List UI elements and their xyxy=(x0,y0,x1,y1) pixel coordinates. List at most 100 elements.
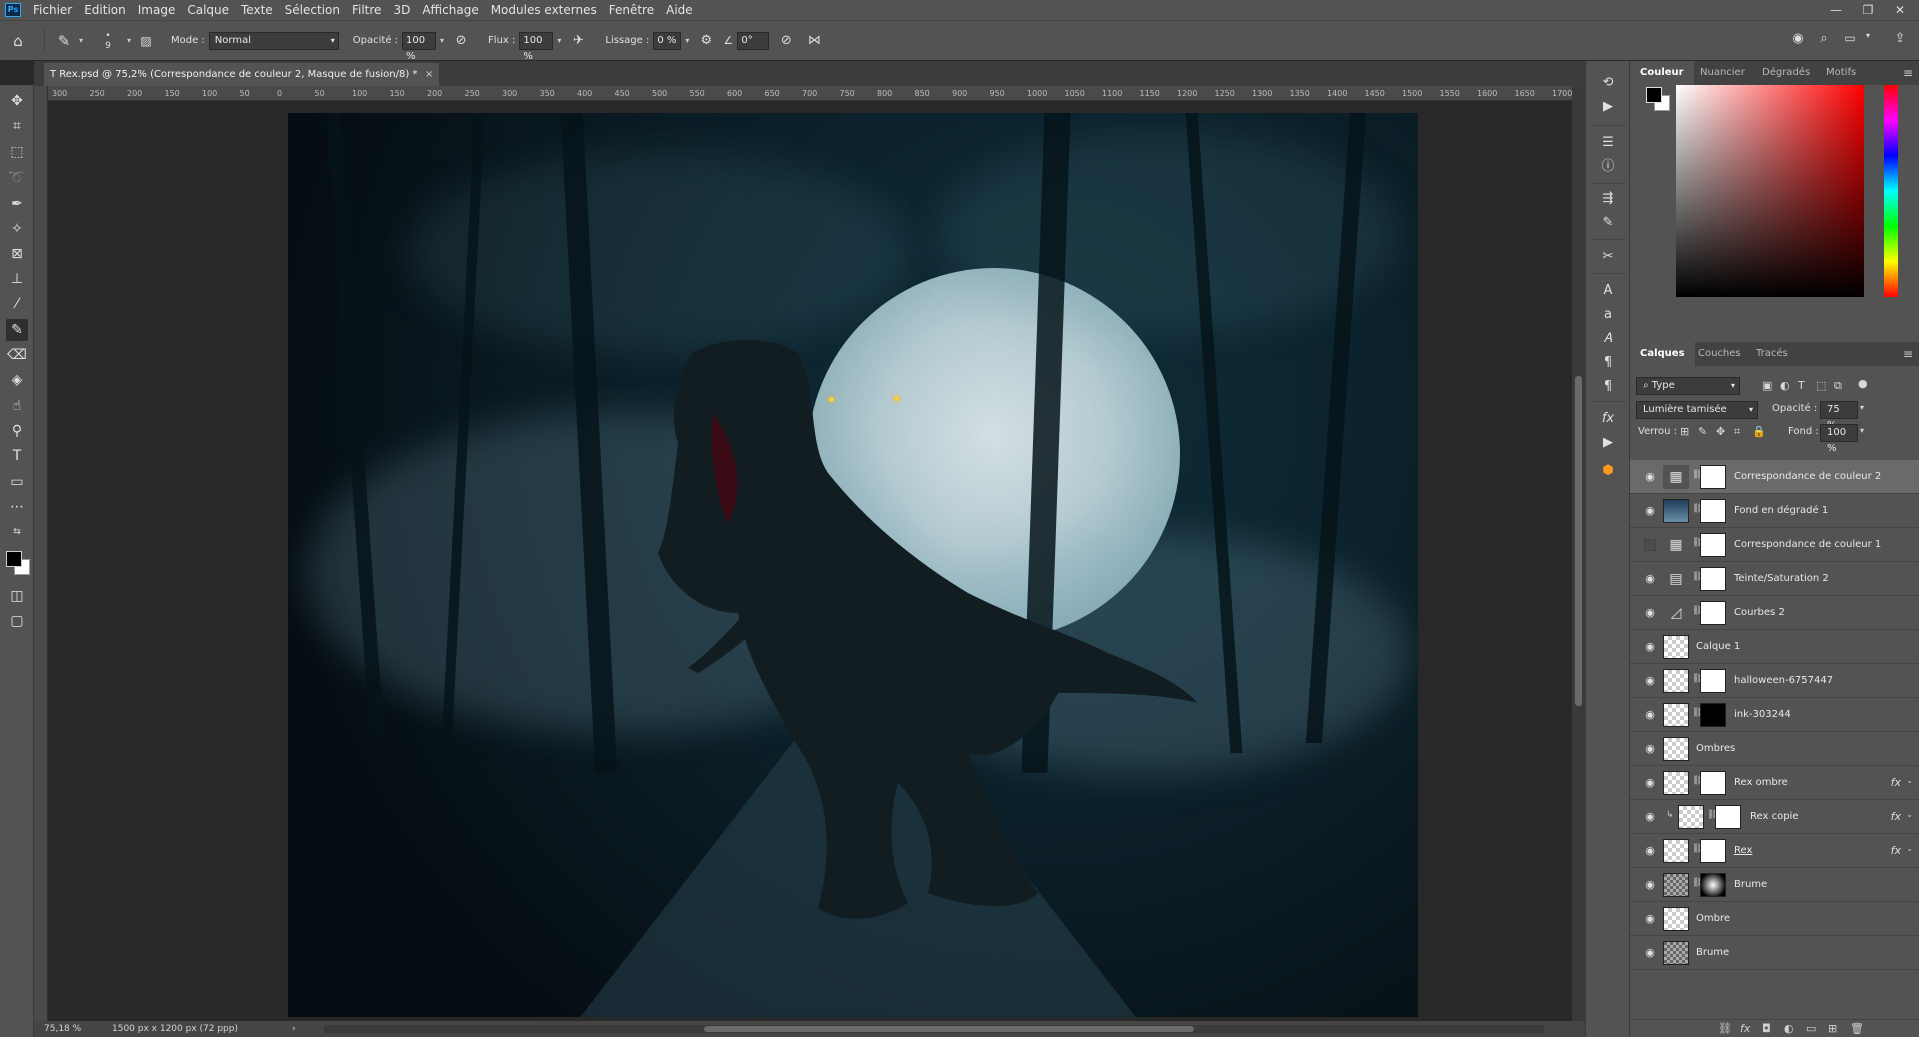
menu-image[interactable]: Image xyxy=(132,0,182,20)
visibility-eye-icon[interactable]: ◉ xyxy=(1643,708,1657,722)
status-menu-arrow[interactable]: › xyxy=(292,1021,296,1037)
scrollbar-thumb[interactable] xyxy=(1575,376,1582,706)
menu-selection[interactable]: Sélection xyxy=(279,0,346,20)
layer-effects-icon[interactable]: fx xyxy=(1891,810,1901,823)
panel-menu-icon[interactable]: ≡ xyxy=(1903,61,1913,85)
layer-row[interactable]: ◉ Calque 1 xyxy=(1630,630,1919,664)
layer-name[interactable]: Rex copie xyxy=(1750,800,1798,834)
layer-name[interactable]: Brume xyxy=(1696,936,1729,970)
info-icon[interactable]: ⓘ xyxy=(1598,157,1618,177)
zoom-tool-icon[interactable]: ⚲ xyxy=(6,420,28,442)
airbrush-icon[interactable]: ✈ xyxy=(565,33,591,48)
layer-name[interactable]: halloween-6757447 xyxy=(1734,664,1833,698)
visibility-eye-icon[interactable]: ◉ xyxy=(1643,742,1657,756)
color-field[interactable] xyxy=(1676,85,1864,297)
layer-mask-thumbnail[interactable] xyxy=(1700,839,1726,863)
tab-couleur[interactable]: Couleur xyxy=(1630,61,1694,85)
menu-calque[interactable]: Calque xyxy=(181,0,235,20)
gear-icon[interactable]: ⚙ xyxy=(693,33,719,48)
adjustments-icon[interactable]: ☰ xyxy=(1598,133,1618,153)
lock-all-icon[interactable]: 🔒 xyxy=(1752,425,1766,438)
filter-smart-object-icon[interactable]: ⧉ xyxy=(1834,379,1842,393)
filter-adjustment-icon[interactable]: ◐ xyxy=(1780,379,1790,392)
filter-pixel-icon[interactable]: ▣ xyxy=(1762,379,1772,392)
share-icon[interactable]: ⇪ xyxy=(1890,31,1910,46)
paragraph-styles-icon[interactable]: ¶ xyxy=(1598,377,1618,397)
menu-affichage[interactable]: Affichage xyxy=(416,0,484,20)
brush-settings-icon[interactable]: ⇶ xyxy=(1598,189,1618,209)
visibility-eye-icon[interactable]: ◉ xyxy=(1643,504,1657,518)
brush-size-preview[interactable]: • 9 xyxy=(93,31,123,51)
history-icon[interactable]: ⟲ xyxy=(1598,73,1618,93)
layer-row[interactable]: ◉ ▦ ⛓ Correspondance de couleur 2 xyxy=(1630,460,1919,494)
add-mask-icon[interactable]: ◘ xyxy=(1762,1022,1771,1035)
foreground-color-swatch[interactable] xyxy=(6,551,22,567)
lock-pixels-icon[interactable]: ✎ xyxy=(1698,425,1707,438)
visibility-eye-icon[interactable]: ◉ xyxy=(1643,470,1657,484)
smudge-tool-icon[interactable]: ☝ xyxy=(6,395,28,417)
tab-motifs[interactable]: Motifs xyxy=(1816,61,1866,85)
layer-effects-icon[interactable]: fx xyxy=(1891,844,1901,857)
visibility-eye-icon[interactable]: ◉ xyxy=(1643,912,1657,926)
maximize-button[interactable]: ❐ xyxy=(1852,0,1884,20)
frame-tool-icon[interactable]: ⊠ xyxy=(6,243,28,265)
chevron-down-icon[interactable]: ▾ xyxy=(75,36,87,45)
paint-bucket-icon[interactable]: ◈ xyxy=(6,369,28,391)
3d-icon[interactable]: ⬢ xyxy=(1598,461,1618,481)
visibility-eye-icon[interactable]: ◉ xyxy=(1643,810,1657,824)
more-tools-icon[interactable]: ⋯ xyxy=(6,496,28,518)
menu-filtre[interactable]: Filtre xyxy=(346,0,387,20)
layer-name[interactable]: Teinte/Saturation 2 xyxy=(1734,562,1829,596)
hue-slider[interactable] xyxy=(1884,85,1898,297)
visibility-eye-icon[interactable]: ◉ xyxy=(1643,844,1657,858)
chevron-down-icon[interactable]: ▾ xyxy=(1862,31,1874,40)
canvas-area[interactable] xyxy=(48,101,1572,1021)
fill-field[interactable]: 100 % xyxy=(1820,424,1858,454)
lasso-tool-icon[interactable]: ➰ xyxy=(6,167,28,189)
layer-mask-thumbnail[interactable] xyxy=(1715,805,1741,829)
eyedropper-tool-icon[interactable]: ⁄ xyxy=(6,293,28,315)
brush-tool-preset-icon[interactable]: ✎ xyxy=(53,32,75,50)
tab-nuancier[interactable]: Nuancier xyxy=(1690,61,1755,85)
new-adjustment-icon[interactable]: ◐ xyxy=(1784,1022,1794,1035)
layer-row[interactable]: ◉ ⛓ ink-303244 xyxy=(1630,698,1919,732)
rectangle-tool-icon[interactable]: ▭ xyxy=(6,471,28,493)
user-icon[interactable]: ◉ xyxy=(1788,31,1808,46)
lock-artboard-icon[interactable]: ⌗ xyxy=(1734,425,1740,439)
layer-row[interactable]: ◉ ⛓ halloween-6757447 xyxy=(1630,664,1919,698)
visibility-eye-icon[interactable]: ◉ xyxy=(1643,674,1657,688)
menu-fenetre[interactable]: Fenêtre xyxy=(603,0,660,20)
layer-name[interactable]: Ombre xyxy=(1696,902,1730,936)
chevron-down-icon[interactable]: ▾ xyxy=(123,36,135,45)
home-icon[interactable]: ⌂ xyxy=(0,32,36,50)
brush-settings-icon[interactable]: ▨ xyxy=(135,34,157,48)
layer-row[interactable]: ◉ Brume xyxy=(1630,936,1919,970)
menu-aide[interactable]: Aide xyxy=(660,0,699,20)
chevron-down-icon[interactable]: ▾ xyxy=(436,36,448,45)
layer-name[interactable]: Rex ombre xyxy=(1734,766,1788,800)
clone-source-icon[interactable]: ✂ xyxy=(1598,247,1618,267)
pressure-opacity-icon[interactable]: ⊘ xyxy=(448,33,474,48)
pressure-size-icon[interactable]: ⊘ xyxy=(769,33,803,48)
menu-fichier[interactable]: Fichier xyxy=(27,0,78,20)
tab-couches[interactable]: Couches xyxy=(1688,342,1751,366)
lock-transparency-icon[interactable]: ⊞ xyxy=(1680,425,1689,438)
styles-icon[interactable]: fx xyxy=(1598,409,1618,429)
glyphs-icon[interactable]: a xyxy=(1598,305,1618,325)
layer-name[interactable]: Calque 1 xyxy=(1696,630,1740,664)
document-canvas[interactable] xyxy=(288,113,1418,1017)
visibility-eye-icon[interactable]: ◉ xyxy=(1643,776,1657,790)
layer-filter-select[interactable]: ⌕ Type ▾ xyxy=(1636,377,1740,395)
layer-mask-thumbnail[interactable] xyxy=(1700,873,1726,897)
layer-row[interactable]: ◉ ⛓ Rex ombre fx ⌄ xyxy=(1630,766,1919,800)
layer-name[interactable]: Courbes 2 xyxy=(1734,596,1785,630)
menu-3d[interactable]: 3D xyxy=(387,0,416,20)
chevron-down-icon[interactable]: ⌄ xyxy=(1906,844,1913,853)
delete-layer-icon[interactable]: 🗑 xyxy=(1850,1022,1864,1035)
horizontal-scrollbar[interactable] xyxy=(324,1025,1544,1033)
quick-selection-icon[interactable]: ✧ xyxy=(6,218,28,240)
smoothing-field[interactable]: 0 % xyxy=(653,31,682,50)
timeline-icon[interactable]: ▶ xyxy=(1598,433,1618,453)
panel-menu-icon[interactable]: ≡ xyxy=(1903,342,1913,366)
opacity-field[interactable]: 100 % xyxy=(402,31,437,62)
